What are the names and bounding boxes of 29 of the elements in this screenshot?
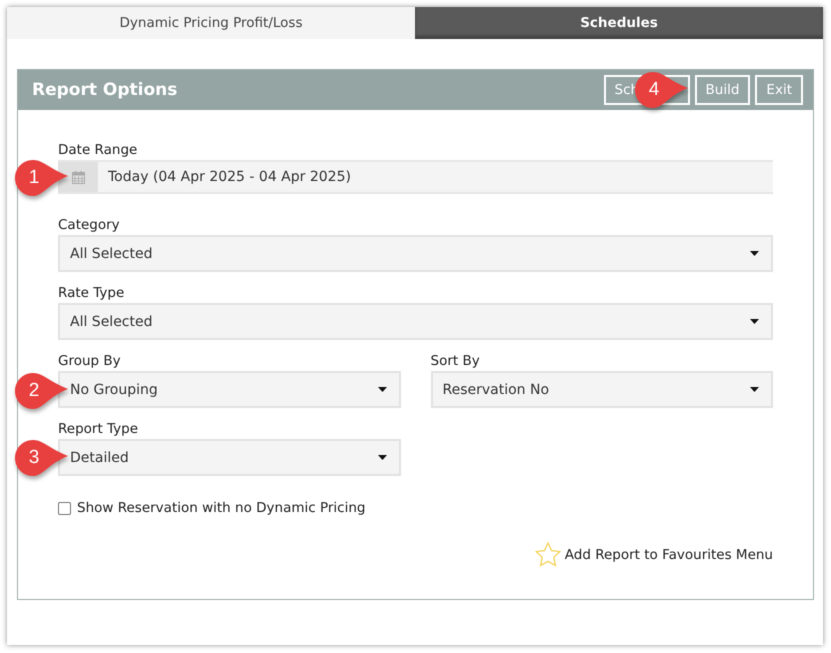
field-label: Group By xyxy=(58,352,122,371)
date-range-field[interactable]: Today (04 Apr 2025 - 04 Apr 2025) xyxy=(58,160,773,194)
dropdown-field[interactable]: Reservation No xyxy=(430,371,773,408)
checkbox-label: Show Reservation with no Dynamic Pricing xyxy=(77,500,366,516)
tab[interactable]: Schedules xyxy=(415,7,823,39)
dropdown-field[interactable]: All Selected xyxy=(58,303,773,340)
caret-icon xyxy=(750,387,759,392)
step-marker: 3 xyxy=(14,439,70,477)
step-marker: 4 xyxy=(634,71,690,109)
caret-icon xyxy=(750,319,759,324)
tab[interactable]: Dynamic Pricing Profit/Loss xyxy=(7,7,415,39)
checkbox[interactable] xyxy=(58,502,71,514)
dropdown-field[interactable]: Detailed xyxy=(58,439,400,476)
step-marker: 2 xyxy=(14,372,70,410)
caret-icon xyxy=(750,251,759,256)
field-label: Category xyxy=(58,216,121,235)
favourites-link[interactable]: Add Report to Favourites Menu xyxy=(564,546,773,562)
panel-title: Report Options xyxy=(32,80,178,100)
dropdown-field[interactable]: All Selected xyxy=(58,235,773,272)
field-label: Rate Type xyxy=(58,284,126,303)
field-label: Sort By xyxy=(430,352,481,371)
field-label: Date Range xyxy=(58,141,138,160)
field-label: Report Type xyxy=(58,420,140,439)
calendar-icon xyxy=(72,170,84,184)
dropdown-field[interactable]: No Grouping xyxy=(58,371,400,408)
step-marker: 1 xyxy=(14,159,70,197)
caret-icon xyxy=(378,455,386,460)
star-icon[interactable] xyxy=(534,542,561,567)
caret-icon xyxy=(378,387,386,392)
